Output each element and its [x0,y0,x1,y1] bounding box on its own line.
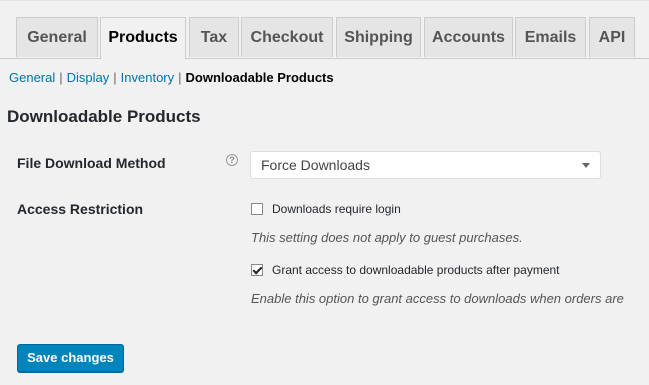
sub-navigation: General | Display | Inventory | Downloadable P… [9,70,334,85]
grant-access-checkbox[interactable] [251,263,263,276]
help-icon[interactable]: ? [226,154,238,166]
subnav-current: Downloadable Products [185,70,334,85]
tab-tax[interactable]: Tax [189,17,239,57]
tab-products[interactable]: Products [100,17,186,59]
grant-access-row[interactable]: Grant access to downloadable products af… [251,263,560,277]
download-method-value: Force Downloads [261,157,370,173]
section-title: Downloadable Products [7,107,201,126]
subnav-separator: | [178,70,182,85]
access-restriction-label: Access Restriction [17,201,144,217]
grant-access-description: Enable this option to grant access to do… [251,291,624,306]
settings-tabs: General Products Tax Checkout Shipping A… [0,17,649,59]
tab-general[interactable]: General [16,17,98,57]
tab-checkout[interactable]: Checkout [241,17,333,57]
require-login-label[interactable]: Downloads require login [272,202,401,216]
tab-accounts[interactable]: Accounts [424,17,513,57]
download-method-select[interactable]: Force Downloads [250,151,601,179]
download-method-label: File Download Method [17,155,166,171]
subnav-link-general[interactable]: General [9,70,55,85]
tab-shipping[interactable]: Shipping [336,17,421,57]
tab-emails[interactable]: Emails [515,17,586,57]
subnav-link-inventory[interactable]: Inventory [121,70,174,85]
subnav-link-display[interactable]: Display [67,70,110,85]
save-changes-button[interactable]: Save changes [17,344,124,372]
subnav-separator: | [59,70,63,85]
require-login-checkbox[interactable] [251,202,263,215]
subnav-separator: | [113,70,117,85]
dropdown-arrow-icon [582,163,590,168]
require-login-description: This setting does not apply to guest pur… [251,230,523,245]
grant-access-label[interactable]: Grant access to downloadable products af… [272,263,560,277]
require-login-row[interactable]: Downloads require login [251,202,401,216]
top-divider [0,0,649,1]
tab-api[interactable]: API [589,17,635,57]
